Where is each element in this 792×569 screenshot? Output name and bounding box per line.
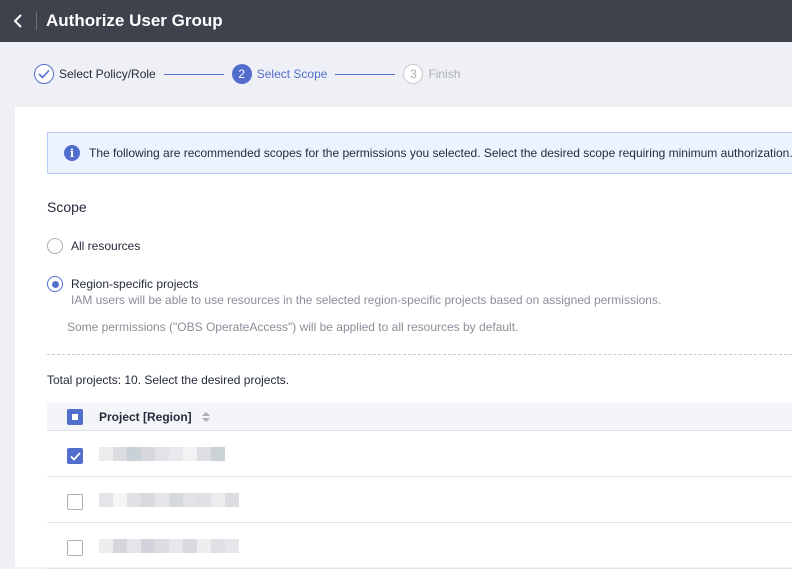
step-indicator: Select Policy/Role 2 Select Scope 3 Fini…: [34, 63, 460, 85]
column-header-project: Project [Region]: [99, 409, 192, 424]
step-select-policy: Select Policy/Role: [34, 64, 156, 84]
divider: [47, 354, 792, 355]
page-title: Authorize User Group: [46, 11, 223, 30]
select-all-checkbox[interactable]: [67, 408, 83, 425]
step-connector: [335, 73, 396, 75]
radio-label: Region-specific projects: [71, 277, 199, 291]
step-label: Select Scope: [256, 67, 328, 81]
scope-note: Some permissions ("OBS OperateAccess") w…: [67, 320, 519, 334]
info-banner: i The following are recommended scopes f…: [47, 132, 792, 174]
total-projects-text: Total projects: 10. Select the desired p…: [47, 373, 290, 387]
project-name-obscured: [99, 492, 239, 507]
check-icon: [70, 451, 81, 461]
row-checkbox[interactable]: [67, 539, 83, 556]
step-number: 2: [231, 64, 252, 84]
scope-heading: Scope: [47, 199, 87, 215]
radio-all-resources[interactable]: All resources: [47, 238, 140, 254]
radio-description: IAM users will be able to use resources …: [71, 293, 662, 307]
radio-button[interactable]: [47, 238, 63, 254]
step-number: 3: [403, 64, 424, 84]
step-connector: [163, 73, 224, 75]
project-name-obscured: [99, 446, 225, 461]
divider: [36, 12, 37, 30]
check-icon: [38, 69, 50, 79]
step-select-scope: 2 Select Scope: [231, 64, 328, 84]
projects-table: Project [Region]: [47, 403, 792, 569]
info-icon: i: [64, 145, 80, 161]
radio-button[interactable]: [47, 276, 63, 292]
row-checkbox[interactable]: [67, 493, 83, 510]
radio-label: All resources: [71, 239, 141, 253]
main-panel: i The following are recommended scopes f…: [15, 107, 792, 569]
project-name-obscured: [99, 538, 239, 553]
radio-region-specific[interactable]: Region-specific projects IAM users will …: [47, 276, 661, 307]
table-row[interactable]: [47, 431, 792, 477]
table-header: Project [Region]: [47, 403, 792, 431]
chevron-left-icon: [13, 14, 22, 28]
table-row[interactable]: [47, 523, 792, 569]
step-finish: 3 Finish: [403, 64, 460, 84]
back-button[interactable]: [0, 0, 36, 42]
step-done-icon: [34, 64, 54, 84]
row-checkbox[interactable]: [67, 447, 83, 464]
step-label: Finish: [428, 67, 461, 81]
info-text: The following are recommended scopes for…: [89, 146, 792, 160]
table-row[interactable]: [47, 477, 792, 523]
sort-icon[interactable]: [201, 411, 210, 422]
step-label: Select Policy/Role: [59, 67, 156, 81]
top-bar: Authorize User Group: [0, 0, 792, 42]
